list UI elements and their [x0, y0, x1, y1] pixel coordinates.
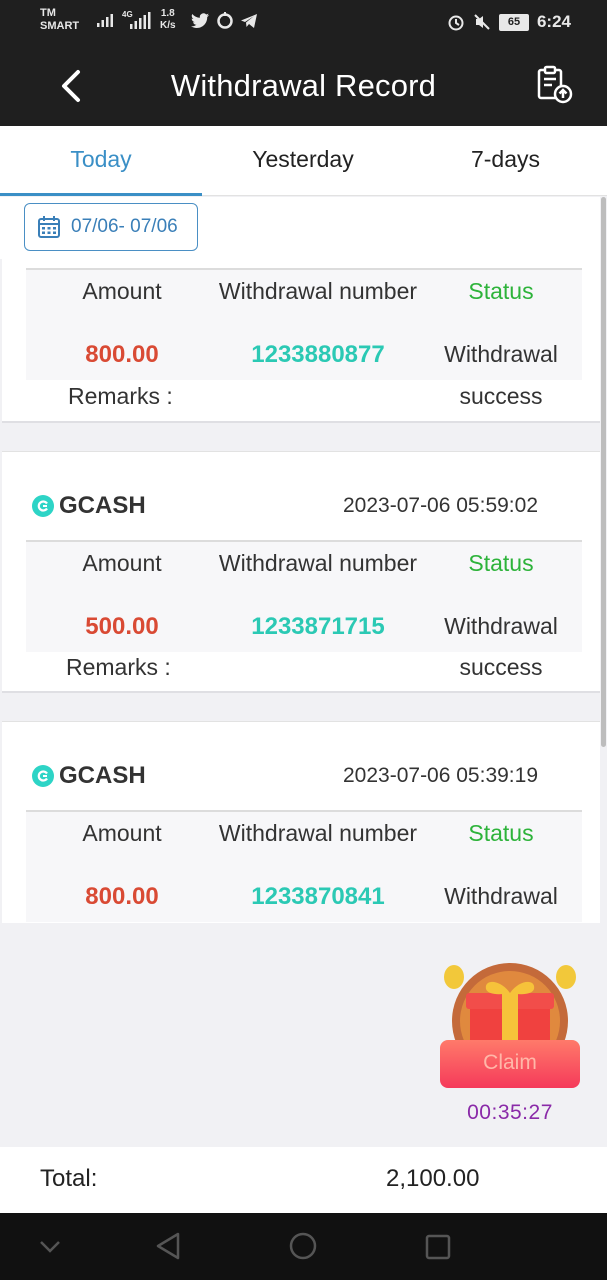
total-value: 2,100.00 — [386, 1165, 480, 1192]
scrollbar[interactable] — [601, 197, 606, 747]
status-line1: Withdrawal — [444, 883, 558, 909]
remarks-label: Remarks : — [68, 383, 173, 409]
withdrawal-number: 1233871715 — [251, 613, 385, 640]
amount-header: Amount — [82, 820, 162, 846]
claim-countdown: 00:35:27 — [467, 1101, 553, 1124]
gcash-icon — [32, 495, 54, 517]
date-tabs: Today Yesterday 7-days — [0, 126, 607, 196]
total-bar: Total: 2,100.00 — [0, 1147, 607, 1213]
signal-icon — [97, 14, 113, 27]
payment-method-name: GCASH — [59, 492, 146, 519]
page-title: Withdrawal Record — [170, 68, 437, 103]
claim-button[interactable]: Claim — [440, 1040, 580, 1088]
calendar-icon — [38, 216, 60, 238]
status-line2: success — [459, 383, 543, 409]
amount-header: Amount — [82, 278, 162, 304]
tab-yesterday[interactable]: Yesterday — [202, 126, 404, 194]
battery-indicator: 65 — [498, 13, 529, 31]
clock: 6:24 — [536, 12, 571, 31]
date-range-text: 07/06- 07/06 — [71, 216, 178, 237]
tab-7-days[interactable]: 7-days — [404, 126, 607, 194]
remarks-label: Remarks : — [66, 654, 171, 680]
record-time: 2023-07-06 05:39:19 — [343, 764, 538, 787]
record-table: Amount Withdrawal number Status 800.00 1… — [26, 268, 582, 380]
status-bar: TM SMART 4G 1.8 K/s 65 6:24 — [0, 0, 607, 46]
date-range-picker[interactable]: 07/06- 07/06 — [24, 203, 198, 251]
notification-icons — [190, 12, 258, 30]
status-right: 65 6:24 — [447, 12, 571, 32]
withdrawal-number: 1233880877 — [251, 341, 385, 368]
telegram-icon — [241, 14, 257, 28]
record-table: Amount Withdrawal number Status 500.00 1… — [26, 540, 582, 652]
withdrawal-number: 1233870841 — [251, 883, 385, 910]
status-header: Status — [468, 820, 534, 846]
date-filter-bar: 07/06- 07/06 — [0, 197, 600, 259]
amount-value: 800.00 — [85, 883, 159, 910]
status-header: Status — [468, 278, 534, 304]
payment-method: GCASH — [32, 762, 146, 790]
amount-value: 800.00 — [85, 341, 159, 368]
alarm-icon — [448, 15, 464, 31]
status-line1: Withdrawal — [444, 613, 558, 639]
upload-record-button[interactable] — [533, 64, 575, 106]
withdrawal-number-header: Withdrawal number — [218, 550, 418, 576]
amount-value: 500.00 — [85, 613, 159, 640]
nav-back-icon[interactable] — [154, 1231, 182, 1261]
mute-icon — [474, 14, 490, 30]
withdrawal-number-header: Withdrawal number — [218, 820, 418, 846]
total-label: Total: — [40, 1165, 98, 1192]
sync-icon — [217, 12, 233, 29]
record-card: GCASH 2023-07-06 05:59:02 Amount Withdra… — [2, 451, 600, 693]
tab-today[interactable]: Today — [0, 126, 202, 194]
withdrawal-number-header: Withdrawal number — [218, 278, 418, 304]
status-line1: Withdrawal — [444, 341, 558, 367]
status-header: Status — [468, 550, 534, 576]
chevron-down-icon[interactable] — [38, 1237, 62, 1257]
record-card: GCASH 2023-07-06 05:39:19 Amount Withdra… — [2, 721, 600, 923]
nav-home-icon[interactable] — [288, 1231, 318, 1261]
gcash-icon — [32, 765, 54, 787]
net-speed-value: 1.8 — [160, 8, 175, 19]
amount-header: Amount — [82, 550, 162, 576]
net-speed-unit: K/s — [160, 20, 176, 31]
clipboard-upload-icon — [537, 65, 573, 104]
carrier-label: TM SMART — [40, 7, 79, 33]
net-speed: 1.8 K/s — [160, 8, 176, 32]
tab-indicator — [0, 193, 202, 196]
nav-recents-icon[interactable] — [424, 1233, 452, 1261]
twitter-icon — [191, 13, 209, 28]
record-time: 2023-07-06 05:59:02 — [343, 494, 538, 517]
app-header: Withdrawal Record — [0, 46, 607, 126]
status-line2: success — [459, 654, 543, 680]
signal-4g-icon — [130, 12, 151, 29]
payment-method-name: GCASH — [59, 762, 146, 789]
system-nav-bar — [0, 1213, 607, 1280]
record-table: Amount Withdrawal number Status 800.00 1… — [26, 810, 582, 922]
carrier-line2: SMART — [40, 20, 80, 32]
carrier-line1: TM — [40, 7, 56, 19]
payment-method: GCASH — [32, 492, 146, 520]
record-list[interactable]: Amount Withdrawal number Status 800.00 1… — [0, 197, 607, 923]
